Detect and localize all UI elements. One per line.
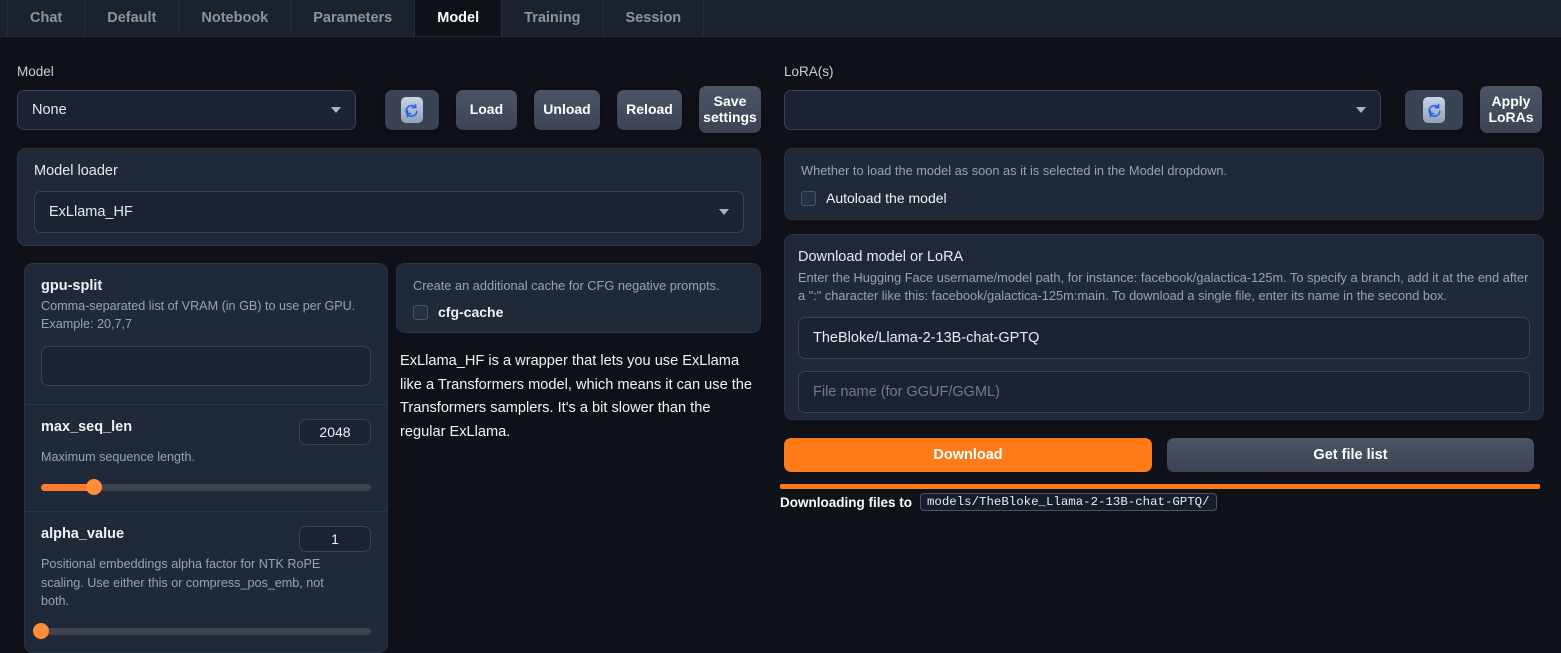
download-actions-row: Download Get file list <box>784 438 1544 472</box>
model-loader-panel: Model loader ExLlama_HF <box>17 148 761 246</box>
tab-parameters[interactable]: Parameters <box>290 0 415 36</box>
tab-label: Training <box>524 10 580 26</box>
cfg-cache-label: cfg-cache <box>438 304 503 320</box>
max-seq-len-slider[interactable] <box>41 479 371 495</box>
download-status-path: models/TheBloke_Llama-2-13B-chat-GPTQ/ <box>920 493 1217 511</box>
unload-button-label: Unload <box>543 102 590 118</box>
save-settings-label: Save settings <box>703 94 757 125</box>
download-description: Enter the Hugging Face username/model pa… <box>798 269 1530 305</box>
tab-session[interactable]: Session <box>603 0 705 36</box>
download-repo-input[interactable]: TheBloke/Llama-2-13B-chat-GPTQ <box>798 317 1530 359</box>
gpu-split-input[interactable] <box>41 346 371 386</box>
cfg-cache-panel: Create an additional cache for CFG negat… <box>396 263 761 333</box>
download-button-label: Download <box>933 447 1002 463</box>
slider-knob[interactable] <box>33 623 49 639</box>
reload-button-label: Reload <box>626 102 673 118</box>
lora-controls-row: Apply LoRAs <box>784 90 1552 133</box>
get-file-list-button[interactable]: Get file list <box>1167 438 1534 472</box>
tab-label: Notebook <box>201 10 268 26</box>
tab-chat[interactable]: Chat <box>7 0 85 36</box>
param-description: Positional embeddings alpha factor for N… <box>41 555 333 610</box>
tab-model[interactable]: Model <box>414 0 502 36</box>
right-column: LoRA(s) Apply LoRAs <box>775 37 1561 653</box>
max-seq-len-value-box[interactable]: 2048 <box>299 419 371 445</box>
chevron-down-icon <box>1356 107 1366 113</box>
refresh-lora-list-button[interactable] <box>1405 90 1463 130</box>
reload-model-button[interactable]: Reload <box>617 90 682 130</box>
download-status-text: Downloading files to <box>780 495 912 510</box>
download-progress-bar <box>780 484 1540 489</box>
model-loader-dropdown[interactable]: ExLlama_HF <box>34 191 744 233</box>
tab-label: Session <box>626 10 682 26</box>
model-dropdown-value: None <box>32 102 67 118</box>
chevron-down-icon <box>719 209 729 215</box>
get-file-list-label: Get file list <box>1313 447 1387 463</box>
autoload-checkbox[interactable] <box>801 191 816 206</box>
lora-dropdown[interactable] <box>784 90 1381 130</box>
param-description: Comma-separated list of VRAM (in GB) to … <box>41 297 371 334</box>
download-filename-input[interactable]: File name (for GGUF/GGML) <box>798 371 1530 413</box>
tab-training[interactable]: Training <box>501 0 603 36</box>
param-name: alpha_value <box>41 526 124 542</box>
slider-knob[interactable] <box>86 479 102 495</box>
model-page: Model None Load <box>0 37 1561 653</box>
left-column: Model None Load <box>0 37 775 653</box>
tab-label: Parameters <box>313 10 392 26</box>
autoload-description: Whether to load the model as soon as it … <box>801 162 1527 180</box>
param-name: max_seq_len <box>41 419 132 435</box>
apply-loras-button[interactable]: Apply LoRAs <box>1480 86 1542 133</box>
model-loader-value: ExLlama_HF <box>49 204 133 220</box>
tab-notebook[interactable]: Notebook <box>178 0 291 36</box>
autoload-panel: Whether to load the model as soon as it … <box>784 148 1544 220</box>
model-dropdown[interactable]: None <box>17 90 356 130</box>
alpha-value-slider[interactable] <box>41 623 371 639</box>
download-button[interactable]: Download <box>784 438 1152 472</box>
param-gpu-split: gpu-split Comma-separated list of VRAM (… <box>25 264 387 404</box>
tab-label: Chat <box>30 10 62 26</box>
load-button-label: Load <box>470 102 503 118</box>
cfg-cache-row[interactable]: cfg-cache <box>413 304 744 320</box>
cfg-cache-description: Create an additional cache for CFG negat… <box>413 277 744 295</box>
download-status-line: Downloading files to models/TheBloke_Lla… <box>780 493 1540 511</box>
model-controls-row: None Load Unload Re <box>17 90 761 133</box>
max-seq-len-value: 2048 <box>319 424 350 440</box>
tab-label: Model <box>437 10 479 26</box>
main-tab-bar: Chat Default Notebook Parameters Model T… <box>0 0 1561 37</box>
lora-section-label: LoRA(s) <box>784 64 834 79</box>
download-status-area: Downloading files to models/TheBloke_Lla… <box>780 484 1540 511</box>
model-section-label: Model <box>17 64 54 79</box>
model-loader-title: Model loader <box>34 163 744 179</box>
refresh-icon <box>1423 97 1445 123</box>
alpha-value: 1 <box>331 531 339 547</box>
apply-loras-label: Apply LoRAs <box>1486 94 1536 125</box>
tab-default[interactable]: Default <box>84 0 179 36</box>
param-max-seq-len: max_seq_len 2048 Maximum sequence length… <box>25 404 387 511</box>
autoload-row[interactable]: Autoload the model <box>801 190 1527 206</box>
download-panel: Download model or LoRA Enter the Hugging… <box>784 234 1544 420</box>
save-settings-button[interactable]: Save settings <box>699 86 761 133</box>
param-alpha-value: alpha_value 1 Positional embeddings alph… <box>25 511 387 653</box>
loader-description-text: ExLlama_HF is a wrapper that lets you us… <box>400 350 758 445</box>
refresh-model-list-button[interactable] <box>385 90 439 130</box>
param-name: gpu-split <box>41 278 371 294</box>
load-model-button[interactable]: Load <box>456 90 517 130</box>
alpha-value-box[interactable]: 1 <box>299 526 371 552</box>
refresh-icon <box>401 97 423 123</box>
param-description: Maximum sequence length. <box>41 448 371 466</box>
download-repo-value: TheBloke/Llama-2-13B-chat-GPTQ <box>813 330 1039 346</box>
loader-parameters-card: gpu-split Comma-separated list of VRAM (… <box>24 263 388 653</box>
cfg-cache-checkbox[interactable] <box>413 305 428 320</box>
chevron-down-icon <box>331 107 341 113</box>
download-filename-placeholder: File name (for GGUF/GGML) <box>813 384 1000 400</box>
download-title: Download model or LoRA <box>798 249 1530 265</box>
autoload-label: Autoload the model <box>826 190 947 206</box>
unload-model-button[interactable]: Unload <box>534 90 600 130</box>
tab-label: Default <box>107 10 156 26</box>
slider-track <box>41 628 371 635</box>
